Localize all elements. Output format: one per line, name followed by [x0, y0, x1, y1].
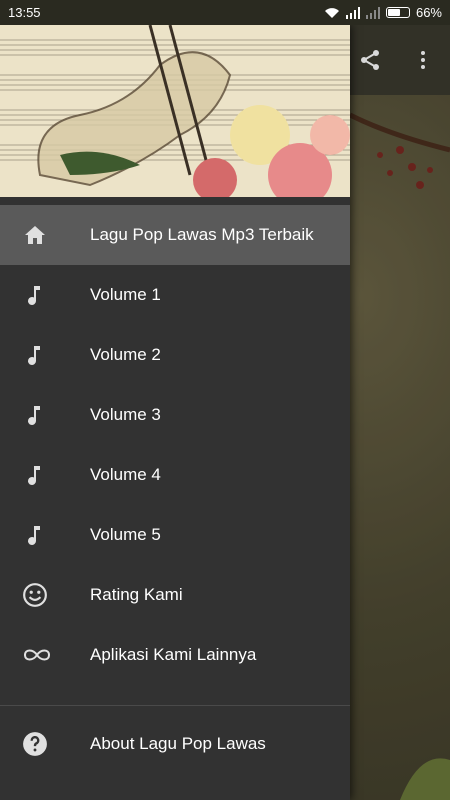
status-bar: 13:55 66%	[0, 0, 450, 25]
drawer-item-volume-5[interactable]: Volume 5	[0, 505, 350, 565]
signal-icon	[345, 6, 360, 19]
drawer-header-image	[0, 25, 350, 197]
smiley-icon	[23, 583, 47, 607]
wifi-icon	[324, 7, 339, 18]
music-note-icon	[28, 406, 40, 425]
music-note-icon	[28, 346, 40, 365]
drawer-menu: Lagu Pop Lawas Mp3 Terbaik Volume 1 Volu…	[0, 197, 350, 774]
drawer-item-volume-4[interactable]: Volume 4	[0, 445, 350, 505]
music-note-icon	[28, 466, 40, 485]
drawer-item-label: Volume 3	[90, 405, 161, 424]
drawer-item-about[interactable]: About Lagu Pop Lawas	[0, 714, 350, 774]
drawer-divider	[0, 705, 350, 706]
drawer-item-label: Volume 2	[90, 345, 161, 364]
battery-icon	[385, 7, 410, 18]
status-time: 13:55	[8, 5, 41, 20]
drawer-item-rating[interactable]: Rating Kami	[0, 565, 350, 625]
music-note-icon	[28, 526, 40, 545]
drawer-item-label: Volume 1	[90, 285, 161, 304]
drawer-item-label: About Lagu Pop Lawas	[90, 734, 266, 753]
drawer-item-label: Volume 4	[90, 465, 161, 484]
drawer-item-volume-3[interactable]: Volume 3	[0, 385, 350, 445]
drawer-item-volume-2[interactable]: Volume 2	[0, 325, 350, 385]
music-note-icon	[28, 286, 40, 305]
drawer-item-label: Volume 5	[90, 525, 161, 544]
signal-off-icon	[365, 6, 380, 19]
drawer-item-other-apps[interactable]: Aplikasi Kami Lainnya	[0, 625, 350, 685]
drawer-item-label: Aplikasi Kami Lainnya	[90, 645, 257, 664]
help-icon	[23, 732, 47, 756]
infinity-icon	[23, 649, 51, 661]
drawer-item-label: Rating Kami	[90, 585, 183, 604]
navigation-drawer: Lagu Pop Lawas Mp3 Terbaik Volume 1 Volu…	[0, 25, 350, 800]
battery-percent: 66%	[415, 5, 442, 20]
home-icon	[25, 226, 45, 244]
drawer-item-home[interactable]: Lagu Pop Lawas Mp3 Terbaik	[0, 205, 350, 265]
drawer-item-label: Lagu Pop Lawas Mp3 Terbaik	[90, 225, 314, 244]
drawer-item-volume-1[interactable]: Volume 1	[0, 265, 350, 325]
